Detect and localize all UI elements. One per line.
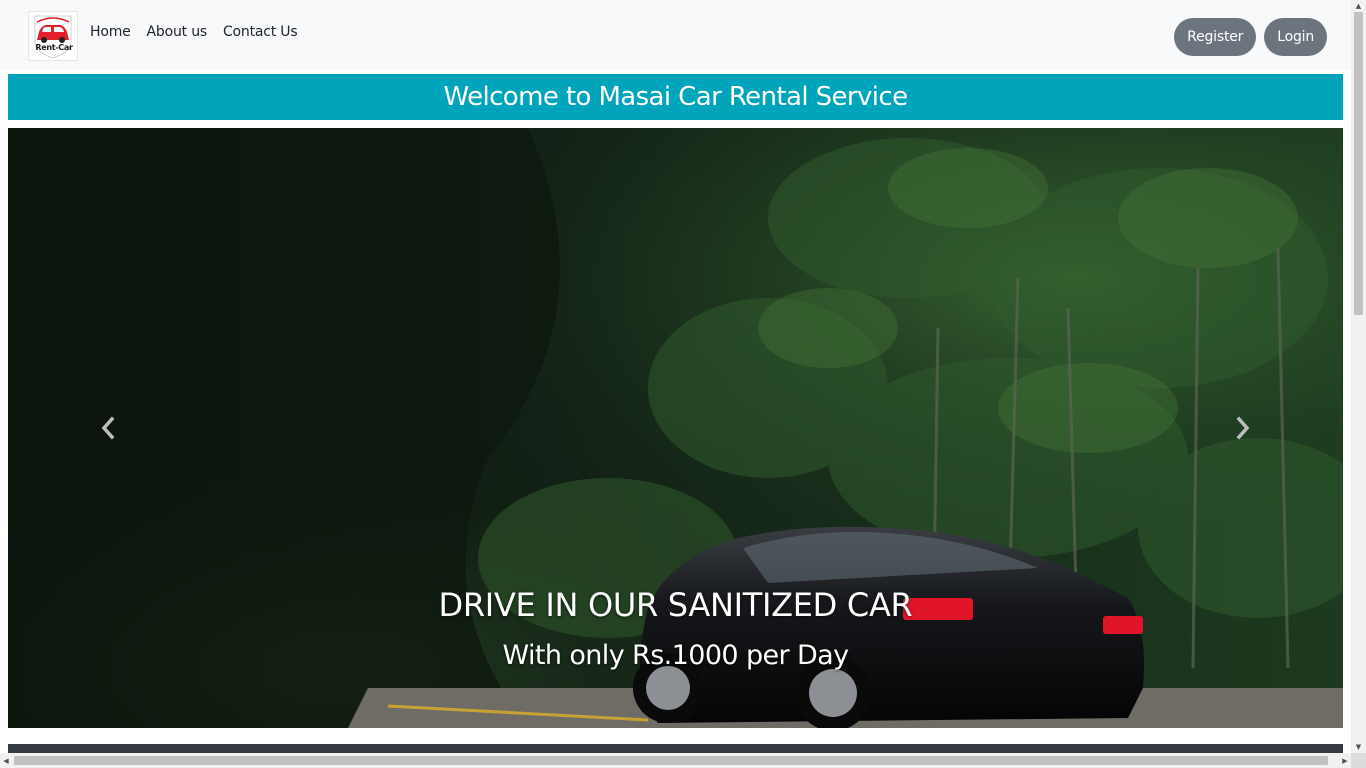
- footer-strip: [8, 744, 1343, 753]
- page: Rent-Car Home About us Contact Us Regist…: [0, 0, 1351, 753]
- horizontal-scroll-thumb[interactable]: [14, 756, 1328, 765]
- nav-link-home[interactable]: Home: [90, 24, 131, 40]
- welcome-banner: Welcome to Masai Car Rental Service: [8, 74, 1343, 120]
- chevron-left-icon: [101, 416, 115, 440]
- vertical-scrollbar[interactable]: ▲ ▼: [1351, 0, 1366, 753]
- register-button[interactable]: Register: [1174, 18, 1257, 56]
- hero-carousel: DRIVE IN OUR SANITIZED CAR With only Rs.…: [8, 128, 1343, 728]
- scroll-right-arrow-icon[interactable]: ▶: [1339, 753, 1351, 768]
- auth-buttons: Register Login: [1174, 18, 1327, 56]
- scrollbar-corner: [1351, 753, 1366, 768]
- nav-link-about-us[interactable]: About us: [147, 24, 208, 40]
- chevron-right-icon: [1236, 416, 1250, 440]
- welcome-title: Welcome to Masai Car Rental Service: [443, 82, 908, 112]
- login-button[interactable]: Login: [1264, 18, 1327, 56]
- carousel-caption-title: DRIVE IN OUR SANITIZED CAR: [438, 586, 913, 624]
- nav-links: Home About us Contact Us: [90, 24, 298, 40]
- red-car-logo-icon: [34, 15, 72, 59]
- vertical-scroll-thumb[interactable]: [1354, 12, 1363, 315]
- scroll-down-arrow-icon[interactable]: ▼: [1351, 741, 1366, 753]
- navbar: Rent-Car Home About us Contact Us Regist…: [0, 0, 1351, 70]
- scroll-left-arrow-icon[interactable]: ◀: [0, 753, 12, 768]
- nav-link-contact-us[interactable]: Contact Us: [223, 24, 298, 40]
- horizontal-scrollbar[interactable]: ◀ ▶: [0, 753, 1351, 768]
- logo-text: Rent-Car: [35, 43, 73, 52]
- brand-logo[interactable]: Rent-Car: [28, 11, 78, 61]
- scroll-up-arrow-icon[interactable]: ▲: [1351, 0, 1366, 12]
- carousel-caption-subtitle: With only Rs.1000 per Day: [502, 640, 849, 671]
- carousel-prev-control[interactable]: [8, 128, 208, 728]
- carousel-next-control[interactable]: [1143, 128, 1343, 728]
